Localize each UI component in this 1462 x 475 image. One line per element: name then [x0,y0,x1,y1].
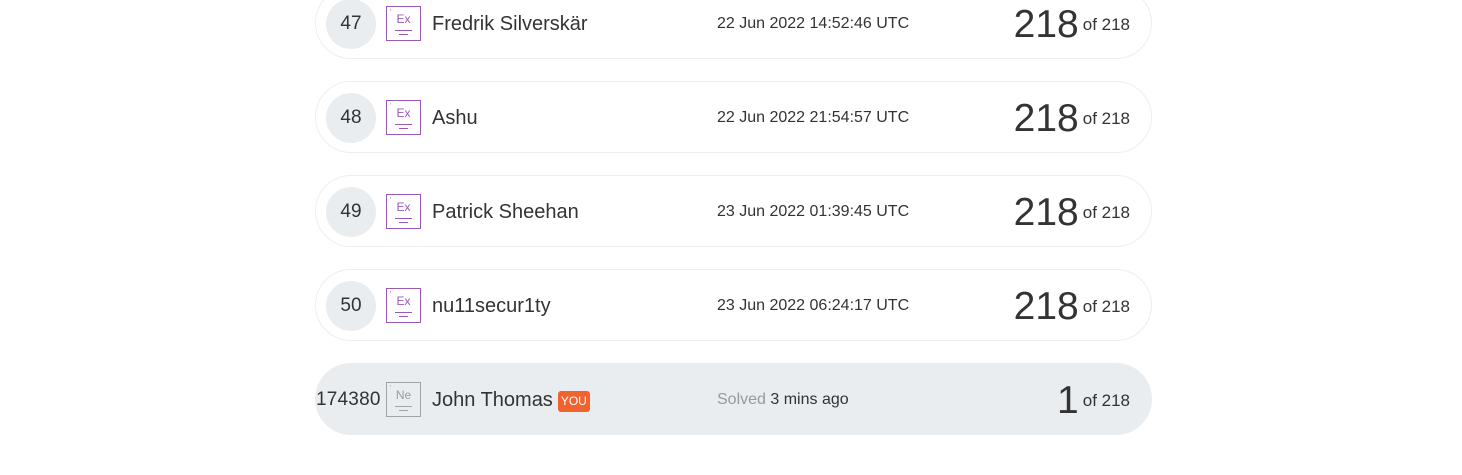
score-value: 218 [1013,3,1079,46]
rank-circle: 48 [326,93,376,143]
player-name[interactable]: nu11secur1ty [432,270,551,342]
solve-timestamp: 23 Jun 2022 06:24:17 UTC [717,297,910,314]
badge-symbol: Ex [396,294,411,308]
score-value: 218 [1013,97,1079,140]
score-total: of 218 [1082,15,1130,34]
element-badge-icon: ' Ex [386,194,421,229]
solve-timestamp: 22 Jun 2022 14:52:46 UTC [717,15,910,32]
badge-symbol: Ne [395,388,412,402]
score-value: 218 [1013,285,1079,328]
element-badge-icon: ' Ex [386,100,421,135]
leaderboard-row[interactable]: 50 ' Ex nu11secur1ty 23 Jun 2022 06:24:1… [315,269,1152,341]
score: 1 of 218 [1057,364,1130,436]
rank-circle: 50 [326,281,376,331]
solved-label: Solved [717,391,766,408]
solved-ago: 3 mins ago [770,391,849,408]
score: 218 of 218 [1014,176,1130,248]
solved-status: Solved 3 mins ago [717,364,849,436]
solve-timestamp: 23 Jun 2022 01:39:45 UTC [717,203,910,220]
score-total: of 218 [1082,391,1130,410]
badge-symbol: Ex [396,106,411,120]
badge-symbol: Ex [396,200,411,214]
player-name[interactable]: Ashu [432,82,478,154]
leaderboard-row[interactable]: 49 ' Ex Patrick Sheehan 23 Jun 2022 01:3… [315,175,1152,247]
leaderboard-row[interactable]: 48 ' Ex Ashu 22 Jun 2022 21:54:57 UTC 21… [315,81,1152,153]
rank-circle: 49 [326,187,376,237]
current-user-name-cell: John Thomas YOU [432,364,590,436]
score-value: 218 [1013,191,1079,234]
player-name[interactable]: Patrick Sheehan [432,176,579,248]
leaderboard: 47 ' Ex Fredrik Silverskär 22 Jun 2022 1… [315,0,1152,457]
solve-timestamp: 22 Jun 2022 21:54:57 UTC [717,109,910,126]
leaderboard-row[interactable]: 47 ' Ex Fredrik Silverskär 22 Jun 2022 1… [315,0,1152,59]
badge-symbol: Ex [396,12,411,26]
score-total: of 218 [1082,297,1130,316]
current-user-row[interactable]: 174380 ' Ne John Thomas YOU Solved 3 mins… [315,363,1152,435]
score-value: 1 [1057,379,1079,422]
element-badge-icon: ' Ex [386,288,421,323]
score-total: of 218 [1082,109,1130,128]
player-name[interactable]: Fredrik Silverskär [432,0,588,60]
score-total: of 218 [1082,203,1130,222]
element-badge-icon: ' Ex [386,6,421,41]
current-user-rank: 174380 [316,389,381,410]
score: 218 of 218 [1014,82,1130,154]
element-badge-icon: ' Ne [386,382,421,417]
score: 218 of 218 [1014,270,1130,342]
rank-circle: 47 [326,0,376,49]
you-badge: YOU [557,391,590,412]
score: 218 of 218 [1014,0,1130,60]
player-name[interactable]: John Thomas [432,389,553,411]
